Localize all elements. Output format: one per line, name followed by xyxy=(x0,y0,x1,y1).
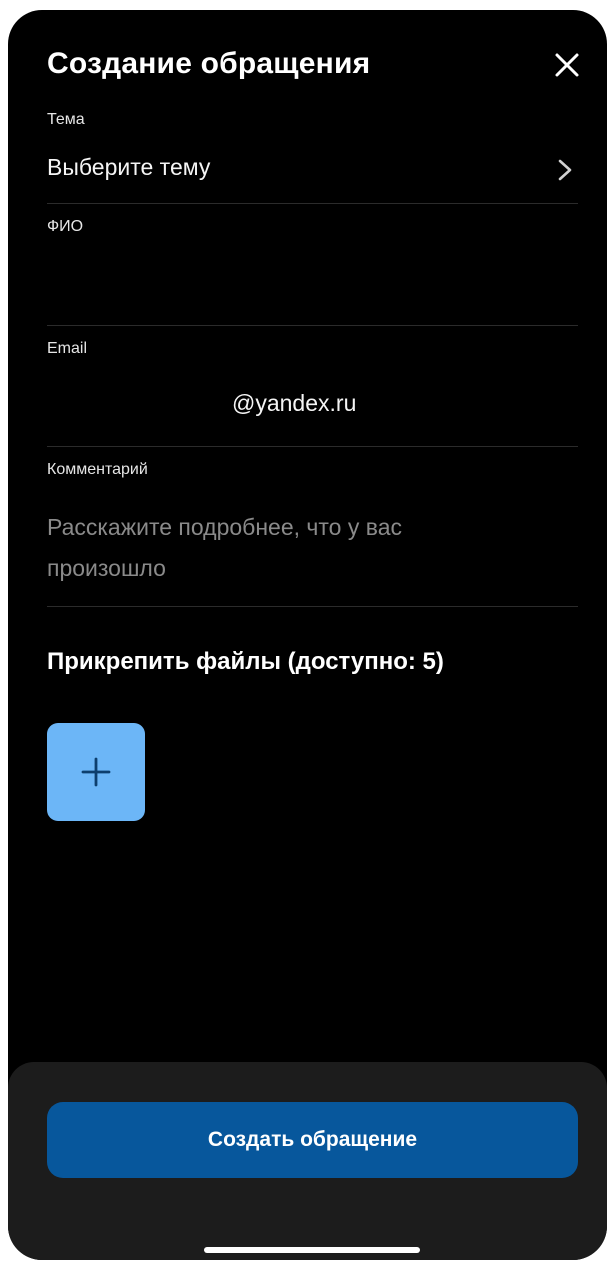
screen: Создание обращения Тема Выберите тему ФИ… xyxy=(8,10,607,1260)
email-label: Email xyxy=(47,340,88,357)
email-value: @yandex.ru xyxy=(232,390,357,416)
name-label: ФИО xyxy=(47,218,84,235)
comment-field[interactable]: Расскажите подробнее, что у вас произошл… xyxy=(47,502,578,602)
divider xyxy=(47,606,578,607)
plus-icon xyxy=(81,757,111,787)
close-button[interactable] xyxy=(552,50,582,80)
topic-value: Выберите тему xyxy=(47,154,211,180)
comment-label: Комментарий xyxy=(47,461,148,478)
comment-placeholder: Расскажите подробнее, что у вас произошл… xyxy=(47,514,402,581)
topic-select[interactable]: Выберите тему xyxy=(47,148,578,198)
close-icon xyxy=(555,53,579,77)
create-request-button[interactable]: Создать обращение xyxy=(47,1102,578,1178)
topic-label: Тема xyxy=(47,111,85,128)
email-field[interactable]: @yandex.ru xyxy=(47,372,578,440)
divider xyxy=(47,203,578,204)
name-field[interactable] xyxy=(47,246,578,322)
add-file-button[interactable] xyxy=(47,723,145,821)
page-title: Создание обращения xyxy=(47,47,371,80)
divider xyxy=(47,446,578,447)
divider xyxy=(47,325,578,326)
chevron-right-icon xyxy=(558,159,572,181)
bottom-bar: Создать обращение xyxy=(8,1062,607,1260)
attachments-title: Прикрепить файлы (доступно: 5) xyxy=(47,648,444,675)
home-indicator[interactable] xyxy=(204,1247,420,1253)
